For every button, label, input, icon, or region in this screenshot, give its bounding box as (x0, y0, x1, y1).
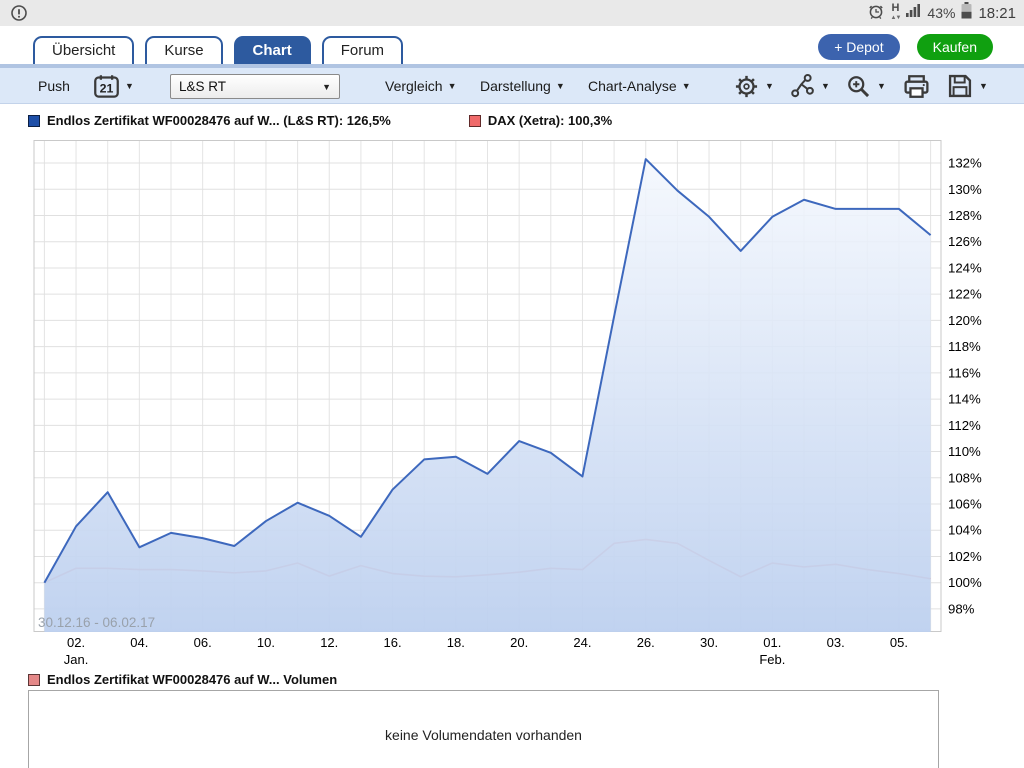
x-axis-label: 03. (827, 635, 845, 650)
zoom-button[interactable]: ▼ (845, 68, 886, 104)
y-axis-label: 110% (948, 444, 981, 459)
compare-menu[interactable]: Vergleich ▼ (385, 68, 457, 104)
battery-icon (961, 2, 972, 24)
legend-marker (469, 115, 481, 127)
network-activity-icon: ▲▼ (891, 13, 901, 23)
tab-forum[interactable]: Forum (322, 36, 403, 64)
y-axis-label: 114% (948, 392, 981, 407)
x-axis-label: 24. (573, 635, 591, 650)
x-axis-label: 06. (194, 635, 212, 650)
legend-item-certificate: Endlos Zertifikat WF00028476 auf W... (L… (28, 113, 391, 128)
x-axis-month-label: Feb. (759, 652, 785, 667)
calendar-day-number: 21 (100, 81, 114, 95)
x-axis-label: 18. (447, 635, 465, 650)
y-axis-label: 124% (948, 260, 982, 275)
legend-marker (28, 115, 40, 127)
tab-bar: Übersicht Kurse Chart Forum (33, 36, 403, 64)
chart-analysis-menu[interactable]: Chart-Analyse ▼ (588, 68, 691, 104)
x-axis-label: 30. (700, 635, 718, 650)
y-axis-label: 98% (948, 601, 975, 616)
push-label: Push (38, 78, 70, 94)
x-axis-label: 04. (130, 635, 148, 650)
x-axis-label: 10. (257, 635, 275, 650)
volume-panel: keine Volumendaten vorhanden (28, 690, 939, 768)
y-axis-label: 108% (948, 470, 982, 485)
status-bar: H ▲▼ 43% 18:21 (0, 0, 1024, 26)
indicators-button[interactable]: ▼ (789, 68, 830, 104)
y-axis-label: 118% (948, 339, 981, 354)
date-range-watermark: 30.12.16 - 06.02.17 (38, 615, 155, 630)
alarm-icon (867, 2, 885, 25)
chart-toolbar: Push 21 ▼ L&S RT ▼ Vergleich ▼ Darstellu… (0, 64, 1024, 104)
price-chart[interactable]: 30.12.16 - 06.02.17 98% 100% 102% 104% 106% 10… (0, 140, 1024, 670)
chevron-down-icon: ▼ (556, 81, 565, 91)
clock-time: 18:21 (978, 5, 1016, 22)
y-axis-label: 102% (948, 549, 982, 564)
display-menu[interactable]: Darstellung ▼ (480, 68, 565, 104)
x-axis-label: 02. (67, 635, 85, 650)
chevron-down-icon: ▼ (765, 81, 774, 91)
chevron-down-icon: ▼ (821, 81, 830, 91)
legend-label: DAX (Xetra): 100,3% (488, 113, 612, 128)
print-button[interactable] (902, 68, 931, 104)
floppy-save-icon (946, 72, 974, 100)
y-axis-label: 130% (948, 182, 982, 197)
chart-legend: Endlos Zertifikat WF00028476 auf W... (L… (28, 113, 612, 128)
chevron-down-icon: ▼ (682, 81, 691, 91)
volume-legend-marker (28, 674, 40, 686)
alert-circle-icon (10, 4, 28, 27)
x-axis-label: 16. (384, 635, 402, 650)
y-axis-label: 126% (948, 234, 982, 249)
exchange-selected-value: L&S RT (179, 79, 226, 94)
y-axis-label: 104% (948, 523, 982, 538)
y-axis-label: 106% (948, 497, 982, 512)
signal-bars-icon (906, 3, 921, 23)
network-mode-indicator: H ▲▼ (891, 3, 901, 23)
gear-icon (733, 73, 760, 100)
y-axis-label: 112% (948, 418, 981, 433)
x-axis-label: 20. (510, 635, 528, 650)
tab-kurse[interactable]: Kurse (145, 36, 222, 64)
add-depot-button[interactable]: + Depot (818, 34, 899, 60)
volume-empty-message: keine Volumendaten vorhanden (29, 727, 938, 743)
chevron-down-icon: ▼ (322, 82, 331, 92)
y-axis-label: 128% (948, 208, 982, 223)
tab-chart[interactable]: Chart (234, 36, 311, 64)
x-axis-month-label: Jan. (64, 652, 89, 667)
calendar-icon: 21 (93, 73, 120, 100)
buy-button[interactable]: Kaufen (917, 34, 993, 60)
nodes-icon (789, 73, 816, 100)
legend-item-dax: DAX (Xetra): 100,3% (469, 113, 612, 128)
settings-button[interactable]: ▼ (733, 68, 774, 104)
exchange-select[interactable]: L&S RT ▼ (170, 74, 340, 99)
y-axis-label: 122% (948, 287, 982, 302)
x-axis-label: 01. (763, 635, 781, 650)
zoom-in-icon (845, 73, 872, 100)
timespan-calendar-button[interactable]: 21 ▼ (93, 68, 134, 104)
volume-legend-label: Endlos Zertifikat WF00028476 auf W... Vo… (47, 672, 337, 687)
volume-legend: Endlos Zertifikat WF00028476 auf W... Vo… (28, 672, 337, 687)
chevron-down-icon: ▼ (125, 81, 134, 91)
chevron-down-icon: ▼ (877, 81, 886, 91)
chevron-down-icon: ▼ (979, 81, 988, 91)
y-axis-label: 132% (948, 156, 982, 171)
battery-percent: 43% (927, 5, 955, 21)
chevron-down-icon: ▼ (448, 81, 457, 91)
y-axis-label: 116% (948, 365, 981, 380)
legend-label: Endlos Zertifikat WF00028476 auf W... (L… (47, 113, 391, 128)
save-button[interactable]: ▼ (946, 68, 988, 104)
tab-uebersicht[interactable]: Übersicht (33, 36, 134, 64)
x-axis-label: 12. (320, 635, 338, 650)
x-axis-label: 05. (890, 635, 908, 650)
y-axis-label: 100% (948, 575, 982, 590)
printer-icon (902, 72, 931, 101)
y-axis-label: 120% (948, 313, 982, 328)
x-axis-label: 26. (637, 635, 655, 650)
